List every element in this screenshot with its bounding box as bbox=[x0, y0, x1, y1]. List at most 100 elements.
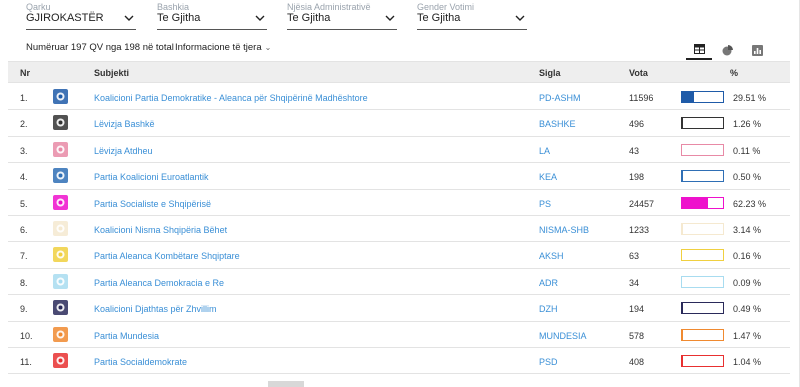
vote-share-bar bbox=[681, 143, 724, 156]
party-name-link[interactable]: Koalicioni Djathtas për Zhvillim bbox=[94, 304, 217, 314]
vote-percentage: 0.11 % bbox=[733, 145, 761, 156]
row-number: 3. bbox=[20, 145, 28, 156]
row-number: 7. bbox=[20, 251, 28, 262]
row-number: 2. bbox=[20, 119, 28, 130]
vote-count: 34 bbox=[629, 277, 640, 288]
kea-logo-icon bbox=[52, 167, 69, 184]
tab-bar-view[interactable] bbox=[744, 40, 770, 60]
party-name-link[interactable]: Koalicioni Partia Demokratike - Aleanca … bbox=[94, 93, 368, 103]
row-number: 1. bbox=[20, 93, 28, 103]
table-row[interactable]: 3. Lëvizja Atdheu LA 43 0.11 % bbox=[8, 137, 790, 164]
table-row[interactable]: 6. Koalicioni Nisma Shqipëria Bëhet NISMA-… bbox=[8, 216, 790, 243]
table-row[interactable]: 8. Partia Aleanca Demokracia e Re ADR 34 0.0… bbox=[8, 269, 790, 296]
bashkia-label: Bashkia bbox=[157, 2, 190, 12]
results-panel: Qarku GJIROKASTËR Bashkia Te Gjitha Njës… bbox=[0, 0, 800, 387]
party-name-link[interactable]: Partia Aleanca Kombëtare Shqiptare bbox=[94, 251, 240, 261]
psd-logo-icon bbox=[52, 352, 69, 369]
table-row[interactable]: 1. Koalicioni Partia Demokratike - Aleanc… bbox=[8, 84, 790, 111]
party-name-link[interactable]: Partia Aleanca Demokracia e Re bbox=[94, 278, 224, 288]
chevron-down-icon bbox=[255, 15, 265, 21]
chevron-down-icon: ⌄ bbox=[264, 43, 272, 52]
vote-share-bar bbox=[681, 223, 724, 235]
party-acronym-link[interactable]: PSD bbox=[539, 357, 558, 367]
pie-chart-icon bbox=[722, 44, 733, 55]
bashkia-select[interactable]: Bashkia Te Gjitha bbox=[157, 0, 267, 30]
table-row[interactable]: 7. Partia Aleanca Kombëtare Shqiptare AKSH… bbox=[8, 242, 790, 269]
vote-share-bar bbox=[681, 249, 724, 262]
party-acronym-link[interactable]: AKSH bbox=[539, 251, 564, 261]
table-row[interactable]: 10. Partia Mundesia MUNDESIA 578 1.47 % bbox=[8, 322, 790, 348]
qarku-select[interactable]: Qarku GJIROKASTËR bbox=[26, 0, 136, 30]
table-row[interactable]: 5. Partia Socialiste e Shqipërisë PS 24457 6… bbox=[8, 190, 790, 216]
party-acronym-link[interactable]: DZH bbox=[539, 304, 558, 314]
njesia-label: Njësia Administrativë bbox=[287, 2, 371, 12]
party-name-link[interactable]: Lëvizja Bashkë bbox=[94, 119, 155, 129]
vote-count: 194 bbox=[629, 304, 645, 315]
party-name-link[interactable]: Partia Socialiste e Shqipërisë bbox=[94, 199, 211, 209]
vote-count: 11596 bbox=[629, 93, 654, 103]
party-name-link[interactable]: Partia Koalicioni Euroatlantik bbox=[94, 172, 209, 182]
vote-share-fill bbox=[682, 92, 695, 102]
vote-share-fill bbox=[682, 118, 683, 129]
header-nr: Nr bbox=[20, 68, 31, 78]
vote-share-bar bbox=[681, 91, 724, 103]
party-name-link[interactable]: Partia Mundesia bbox=[94, 331, 159, 341]
gender-select[interactable]: Gender Votimi Te Gjitha bbox=[417, 0, 527, 30]
vote-share-bar bbox=[681, 302, 724, 315]
tab-table-view[interactable] bbox=[686, 40, 712, 60]
party-name-link[interactable]: Lëvizja Atdheu bbox=[94, 146, 153, 156]
njesia-select[interactable]: Njësia Administrativë Te Gjitha bbox=[287, 0, 397, 30]
vote-share-fill bbox=[682, 197, 708, 208]
qarku-label: Qarku bbox=[26, 2, 51, 12]
party-acronym-link[interactable]: NISMA-SHB bbox=[539, 225, 589, 235]
vote-percentage: 29.51 % bbox=[733, 93, 767, 103]
chevron-down-icon bbox=[385, 15, 395, 21]
row-number: 4. bbox=[20, 172, 28, 183]
row-number: 5. bbox=[20, 198, 28, 209]
table-row[interactable]: 2. Lëvizja Bashkë BASHKE 496 1.26 % bbox=[8, 110, 790, 137]
table-row[interactable]: 11. Partia Socialdemokrate PSD 408 1.04 % bbox=[8, 348, 790, 375]
header-sigla: Sigla bbox=[539, 68, 561, 78]
filter-bar: Qarku GJIROKASTËR Bashkia Te Gjitha Njës… bbox=[26, 0, 800, 34]
tab-pie-view[interactable] bbox=[714, 40, 740, 60]
party-name-link[interactable]: Koalicioni Nisma Shqipëria Bëhet bbox=[94, 225, 227, 235]
more-info-dropdown[interactable]: Informacione të tjera ⌄ bbox=[175, 42, 271, 53]
vote-count: 1233 bbox=[629, 225, 650, 235]
party-acronym-link[interactable]: ADR bbox=[539, 278, 558, 288]
vote-percentage: 0.16 % bbox=[733, 251, 762, 262]
row-number: 6. bbox=[20, 225, 28, 235]
chevron-down-icon bbox=[124, 15, 134, 21]
chevron-down-icon bbox=[515, 15, 525, 21]
row-number: 11. bbox=[20, 357, 32, 367]
njesia-value: Te Gjitha bbox=[287, 12, 331, 24]
party-acronym-link[interactable]: KEA bbox=[539, 172, 557, 182]
more-info-label: Informacione të tjera bbox=[175, 42, 262, 53]
row-number: 10. bbox=[20, 330, 33, 341]
party-acronym-link[interactable]: MUNDESIA bbox=[539, 331, 587, 341]
party-name-link[interactable]: Partia Socialdemokrate bbox=[94, 357, 187, 367]
vote-percentage: 62.23 % bbox=[733, 198, 767, 209]
vote-share-fill bbox=[682, 329, 683, 340]
vote-share-bar bbox=[681, 355, 724, 367]
vote-share-bar bbox=[681, 275, 724, 288]
horizontal-scrollbar[interactable] bbox=[268, 381, 304, 387]
party-acronym-link[interactable]: LA bbox=[539, 146, 550, 156]
vote-share-bar bbox=[681, 196, 724, 209]
vote-count: 496 bbox=[629, 119, 645, 130]
vote-count: 43 bbox=[629, 145, 640, 156]
party-acronym-link[interactable]: PD-ASHM bbox=[539, 93, 581, 103]
header-subjekti: Subjekti bbox=[94, 68, 130, 78]
vote-count: 198 bbox=[629, 172, 645, 183]
table-row[interactable]: 4. Partia Koalicioni Euroatlantik KEA 198 0.… bbox=[8, 163, 790, 190]
table-icon bbox=[693, 44, 705, 54]
vote-share-fill bbox=[682, 224, 684, 234]
bashkia-value: Te Gjitha bbox=[157, 12, 201, 24]
table-header: Nr Subjekti Sigla Vota % bbox=[8, 61, 790, 83]
nisma-logo-icon bbox=[52, 220, 69, 237]
party-acronym-link[interactable]: BASHKE bbox=[539, 119, 576, 129]
vote-percentage: 1.47 % bbox=[733, 330, 762, 341]
atdheu-logo-icon bbox=[52, 141, 69, 158]
party-acronym-link[interactable]: PS bbox=[539, 199, 551, 209]
table-row[interactable]: 9. Koalicioni Djathtas për Zhvillim DZH 194… bbox=[8, 295, 790, 322]
ps-logo-icon bbox=[52, 194, 69, 211]
